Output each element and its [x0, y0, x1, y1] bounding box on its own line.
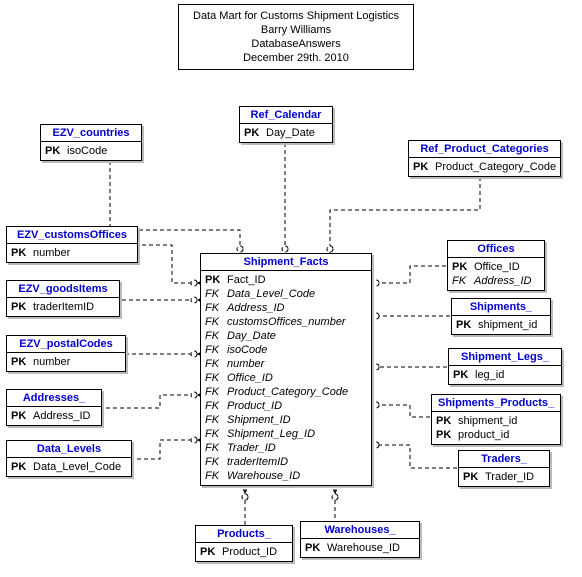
attr-label: Day_Date — [227, 329, 276, 343]
attr-label: isoCode — [227, 343, 267, 357]
entity-name: Shipment_Legs_ — [449, 349, 561, 366]
attr-label: Shipment_ID — [227, 413, 291, 427]
entity-ref-calendar: Ref_Calendar PKDay_Date — [239, 106, 333, 143]
entity-name: Traders_ — [459, 451, 549, 468]
entity-ezv-countries: EZV_countries PKisoCode — [40, 124, 142, 161]
entity-ezv-customsoffices: EZV_customsOffices PKnumber — [6, 226, 138, 263]
entity-name: EZV_customsOffices — [7, 227, 137, 244]
entity-name: EZV_goodsItems — [7, 281, 119, 298]
entity-name: Shipment_Facts — [201, 254, 371, 271]
attr-label: Data_Level_Code — [227, 287, 315, 301]
title-line4: December 29th. 2010 — [193, 51, 399, 65]
entity-name: Addresses_ — [7, 390, 101, 407]
attr-label: customsOffices_number — [227, 315, 346, 329]
key-label: FK — [205, 315, 227, 329]
entity-name: Ref_Product_Categories — [409, 141, 560, 158]
entity-ezv-postalcodes: EZV_postalCodes PKnumber — [6, 335, 126, 372]
attr-label: Shipment_Leg_ID — [227, 427, 315, 441]
entity-offices: Offices PKOffice_ID FKAddress_ID — [447, 240, 545, 291]
entity-products: Products_ PKProduct_ID — [195, 525, 293, 562]
key-label: FK — [205, 413, 227, 427]
key-label: FK — [205, 399, 227, 413]
attr-label: Warehouse_ID — [227, 469, 300, 483]
entity-name: EZV_countries — [41, 125, 141, 142]
entity-name: Offices — [448, 241, 544, 258]
entity-name: EZV_postalCodes — [7, 336, 125, 353]
entity-name: Ref_Calendar — [240, 107, 332, 124]
diagram-title-box: Data Mart for Customs Shipment Logistics… — [178, 4, 414, 70]
key-label: FK — [205, 455, 227, 469]
key-label: FK — [205, 329, 227, 343]
entity-shipments: Shipments_ PKshipment_id — [451, 298, 551, 335]
key-label: FK — [205, 287, 227, 301]
attr-label: Product_Category_Code — [227, 385, 348, 399]
key-label: FK — [205, 469, 227, 483]
entity-name: Products_ — [196, 526, 292, 543]
key-label: FK — [205, 385, 227, 399]
entity-shipment-facts: Shipment_Facts PKFact_IDFKData_Level_Cod… — [200, 253, 372, 486]
entity-name: Warehouses_ — [301, 522, 419, 539]
entity-name: Shipments_Products_ — [432, 395, 560, 412]
key-label: FK — [205, 357, 227, 371]
title-line2: Barry Williams — [193, 23, 399, 37]
key-label: FK — [205, 301, 227, 315]
entity-traders: Traders_ PKTrader_ID — [458, 450, 550, 487]
title-line1: Data Mart for Customs Shipment Logistics — [193, 9, 399, 23]
entity-warehouses: Warehouses_ PKWarehouse_ID — [300, 521, 420, 558]
title-line3: DatabaseAnswers — [193, 37, 399, 51]
attr-label: Trader_ID — [227, 441, 276, 455]
key-label: FK — [205, 371, 227, 385]
attr-label: Fact_ID — [227, 273, 266, 287]
entity-shipments-products: Shipments_Products_ PKshipment_id PKprod… — [431, 394, 561, 445]
entity-shipment-legs: Shipment_Legs_ PKleg_id — [448, 348, 562, 385]
key-label: FK — [205, 343, 227, 357]
key-label: FK — [205, 427, 227, 441]
entity-data-levels: Data_Levels PKData_Level_Code — [6, 440, 132, 477]
attr-label: Office_ID — [227, 371, 273, 385]
key-label: PK — [205, 273, 227, 287]
key-label: FK — [205, 441, 227, 455]
entity-ref-product-categories: Ref_Product_Categories PKProduct_Categor… — [408, 140, 561, 177]
attr-label: Product_ID — [227, 399, 282, 413]
entity-name: Shipments_ — [452, 299, 550, 316]
attr-label: Address_ID — [227, 301, 284, 315]
entity-ezv-goodsitems: EZV_goodsItems PKtraderItemID — [6, 280, 120, 317]
attr-label: traderItemID — [227, 455, 288, 469]
attr-label: number — [227, 357, 264, 371]
entity-name: Data_Levels — [7, 441, 131, 458]
entity-addresses: Addresses_ PKAddress_ID — [6, 389, 102, 426]
